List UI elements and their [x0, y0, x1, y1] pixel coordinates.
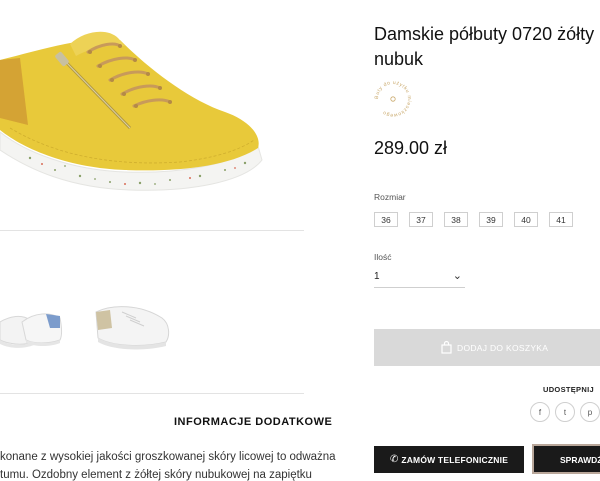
size-label: Rozmiar — [374, 192, 406, 202]
product-title-line-2: nubuk — [374, 49, 424, 69]
facebook-icon: f — [538, 407, 542, 417]
product-main-image[interactable] — [0, 0, 304, 232]
product-title-line-1: Damskie półbuty 0720 żółty — [374, 24, 595, 44]
comfort-badge: Buty do użytku mieszkowego — [370, 76, 416, 122]
product-price: 289.00 zł — [374, 138, 448, 158]
size-options: 36 37 38 39 40 41 — [374, 212, 573, 227]
section-divider — [0, 393, 304, 394]
badge-seal-icon: Buty do użytku mieszkowego — [374, 80, 412, 118]
add-to-cart-button[interactable]: DODAJ DO KOSZYKA — [374, 329, 600, 366]
badge-text: Buty do użytku mieszkowego — [374, 80, 412, 118]
phone-order-button[interactable]: ✆ ZAMÓW TELEFONICZNIE — [374, 446, 524, 473]
pinterest-share-button[interactable]: p — [580, 402, 600, 422]
shoe-white-beige-image — [95, 306, 170, 350]
quantity-label: Ilość — [374, 252, 392, 262]
facebook-share-button[interactable]: f — [530, 402, 550, 422]
chevron-down-icon: ⌄ — [452, 270, 462, 282]
additional-info-heading[interactable]: INFORMACJE DODATKOWE — [174, 416, 332, 428]
svg-text:Buty do użytku mieszkowego: Buty do użytku mieszkowego — [374, 80, 412, 118]
check-button[interactable]: SPRAWDŹ — [532, 444, 600, 474]
yellow-sneaker-image — [0, 31, 263, 191]
product-title: Damskie półbuty 0720 żółty nubuk — [374, 22, 594, 72]
add-to-cart-label: DODAJ DO KOSZYKA — [457, 343, 549, 353]
thumbnail-1[interactable] — [0, 292, 90, 362]
size-option[interactable]: 40 — [514, 212, 538, 227]
shoe-pair-white-blue-image — [0, 313, 62, 348]
thumbnail-2[interactable] — [92, 292, 182, 362]
size-option[interactable]: 38 — [444, 212, 468, 227]
twitter-icon: t — [563, 407, 567, 417]
size-option[interactable]: 37 — [409, 212, 433, 227]
description-line-2: tumu. Ozdobny element z żółtej skóry nub… — [0, 469, 312, 481]
size-option[interactable]: 39 — [479, 212, 503, 227]
description-line-1: konane z wysokiej jakości groszkowanej s… — [0, 451, 336, 463]
size-option[interactable]: 36 — [374, 212, 398, 227]
share-label: UDOSTĘPNIJ — [543, 385, 594, 394]
twitter-share-button[interactable]: t — [555, 402, 575, 422]
quantity-select[interactable]: 1 ⌄ — [374, 266, 465, 288]
pinterest-icon: p — [587, 407, 593, 417]
size-option[interactable]: 41 — [549, 212, 573, 227]
image-divider — [0, 230, 304, 231]
quantity-value: 1 — [374, 271, 380, 282]
phone-order-label: ZAMÓW TELEFONICZNIE — [401, 454, 509, 465]
check-label: SPRAWDŹ — [560, 455, 600, 465]
shopping-bag-icon — [441, 340, 452, 354]
phone-icon: ✆ — [389, 454, 399, 465]
